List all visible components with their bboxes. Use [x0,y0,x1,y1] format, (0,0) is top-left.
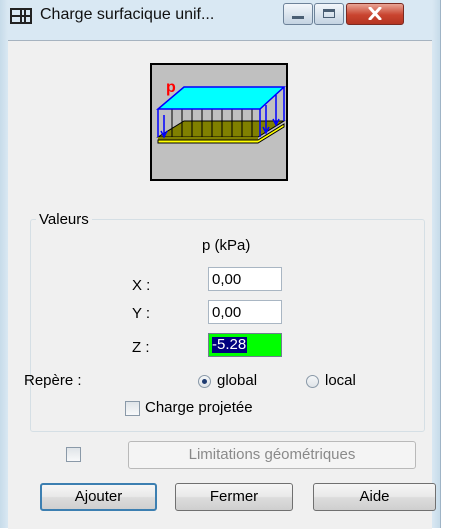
title-bar[interactable]: Charge surfacique unif... [0,0,440,40]
z-label: Z : [132,339,150,356]
maximize-button[interactable] [314,3,344,25]
repere-label: Repère : [24,372,82,389]
charge-projetee-checkbox[interactable] [125,401,140,416]
limitations-geometriques-button[interactable]: Limitations géométriques [128,441,416,469]
y-label: Y : [132,305,151,322]
load-preview-image: p [150,63,288,181]
minimize-button[interactable] [283,3,313,25]
pressure-column-header: p (kPa) [202,237,251,254]
x-label: X : [132,277,151,294]
app-icon [10,8,32,24]
z-input[interactable]: -5.28 [208,333,282,357]
load-label-p: p [166,79,176,96]
radio-local-label[interactable]: local [325,372,356,389]
fermer-button[interactable]: Fermer [175,483,293,511]
close-icon [368,7,382,20]
aide-button[interactable]: Aide [313,483,436,511]
radio-local[interactable] [306,375,319,388]
x-input[interactable]: 0,00 [208,267,282,291]
charge-projetee-label[interactable]: Charge projetée [145,399,253,416]
window-title: Charge surfacique unif... [40,6,215,23]
z-value: -5.28 [212,336,248,353]
x-value: 0,00 [212,271,242,288]
y-input[interactable]: 0,00 [208,300,282,324]
dialog-window: Charge surfacique unif... p Valeurs p (k… [0,0,441,529]
dialog-body: p Valeurs p (kPa) X : 0,00 Y : 0,00 Z : … [8,40,436,529]
ajouter-button[interactable]: Ajouter [40,483,157,511]
radio-global[interactable] [198,375,211,388]
valeurs-group-title: Valeurs [36,211,92,228]
limitations-checkbox[interactable] [66,447,81,462]
radio-global-label[interactable]: global [217,372,257,389]
y-value: 0,00 [212,304,242,321]
close-window-button[interactable] [346,3,404,25]
